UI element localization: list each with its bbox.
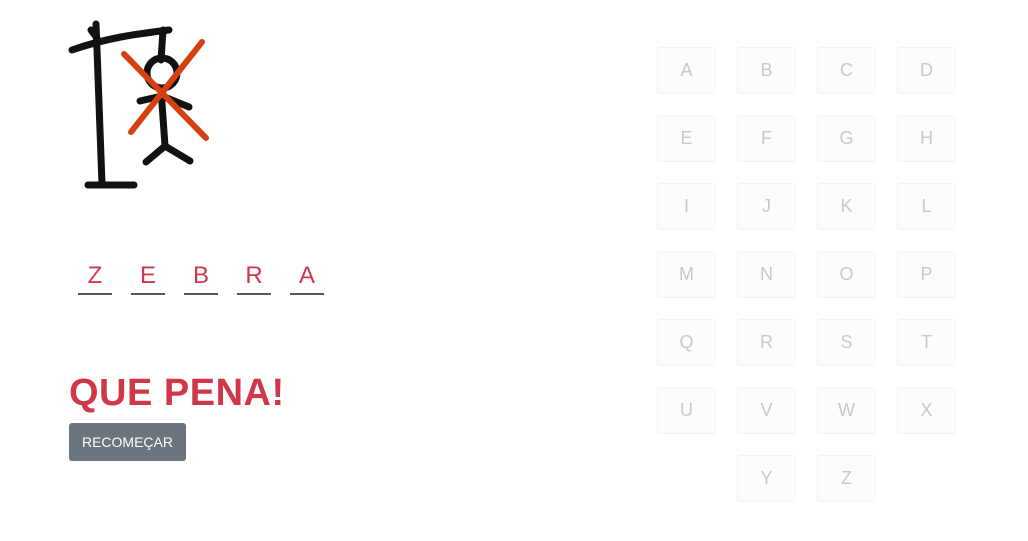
key-z: Z xyxy=(817,455,876,502)
letter-keyboard: A B C D E F G H I J K L M N O P Q R S T … xyxy=(657,47,957,503)
hangman-gallows-icon xyxy=(68,20,209,189)
word-letter-slot: R xyxy=(237,260,271,295)
key-b: B xyxy=(737,47,796,94)
hangman-game: Z E B R A QUE PENA! RECOMEÇAR A B C D E … xyxy=(0,0,1028,541)
key-e: E xyxy=(657,115,716,162)
restart-button[interactable]: RECOMEÇAR xyxy=(69,423,186,461)
key-p: P xyxy=(897,251,956,298)
key-k: K xyxy=(817,183,876,230)
word-letter-slot: B xyxy=(184,260,218,295)
word-letter-slot: A xyxy=(290,260,324,295)
key-q: Q xyxy=(657,319,716,366)
key-s: S xyxy=(817,319,876,366)
key-g: G xyxy=(817,115,876,162)
key-a: A xyxy=(657,47,716,94)
key-u: U xyxy=(657,387,716,434)
key-h: H xyxy=(897,115,956,162)
result-message: QUE PENA! xyxy=(69,372,285,414)
key-i: I xyxy=(657,183,716,230)
key-n: N xyxy=(737,251,796,298)
key-t: T xyxy=(897,319,956,366)
key-r: R xyxy=(737,319,796,366)
key-f: F xyxy=(737,115,796,162)
key-m: M xyxy=(657,251,716,298)
word-letter-slot: Z xyxy=(78,260,112,295)
key-y: Y xyxy=(737,455,796,502)
key-w: W xyxy=(817,387,876,434)
key-o: O xyxy=(817,251,876,298)
key-l: L xyxy=(897,183,956,230)
key-v: V xyxy=(737,387,796,434)
guessed-word: Z E B R A xyxy=(78,260,324,295)
key-c: C xyxy=(817,47,876,94)
key-j: J xyxy=(737,183,796,230)
key-x: X xyxy=(897,387,956,434)
word-letter-slot: E xyxy=(131,260,165,295)
key-d: D xyxy=(897,47,956,94)
